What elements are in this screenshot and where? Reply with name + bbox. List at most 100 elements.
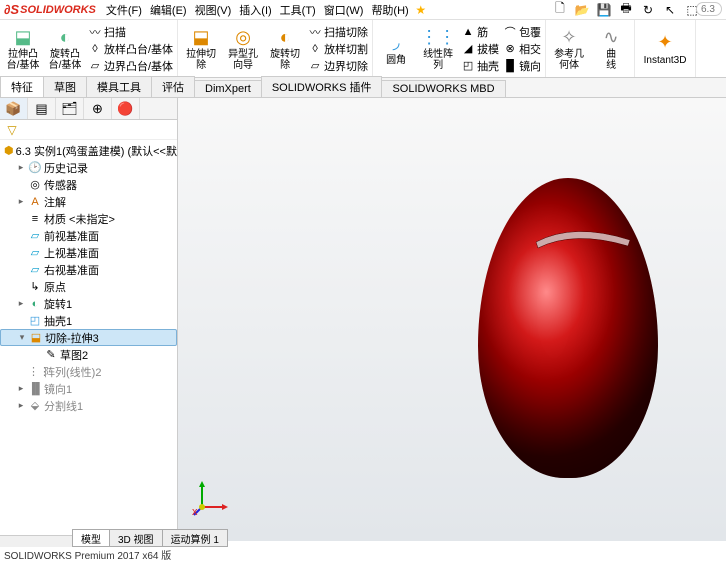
filter-icon[interactable]: ▽ bbox=[4, 122, 20, 138]
tree-revolve1[interactable]: ▸◐旋转1 bbox=[0, 295, 177, 312]
loft-icon: ◊ bbox=[88, 42, 102, 56]
command-tabs: 特征 草图 模具工具 评估 DimXpert SOLIDWORKS 插件 SOL… bbox=[0, 78, 726, 98]
wrap-button[interactable]: ⌒包覆 bbox=[501, 23, 543, 40]
tree-root[interactable]: ⬢6.3 实例1(鸡蛋盖建模) (默认<<默认>_显 bbox=[0, 142, 177, 159]
displaymanager-tab[interactable]: 🔴 bbox=[112, 98, 140, 119]
tab-evaluate[interactable]: 评估 bbox=[151, 76, 195, 97]
tab-dimxpert[interactable]: DimXpert bbox=[194, 80, 262, 97]
shell-icon: ◰ bbox=[461, 59, 475, 73]
cursor-icon[interactable]: ↖ bbox=[662, 2, 678, 18]
tab-mbd[interactable]: SOLIDWORKS MBD bbox=[381, 80, 505, 97]
wrap-icon: ⌒ bbox=[503, 25, 517, 39]
tree-sensors[interactable]: ◎传感器 bbox=[0, 176, 177, 193]
fillet-icon: ◞ bbox=[385, 32, 407, 54]
cut-loft-button[interactable]: ◊放样切割 bbox=[306, 40, 370, 57]
menu-help[interactable]: 帮助(H) bbox=[367, 2, 412, 18]
tree-lpattern2[interactable]: ⋮⋮阵列(线性)2 bbox=[0, 363, 177, 380]
open-icon[interactable]: 📂 bbox=[574, 2, 590, 18]
menu-insert[interactable]: 插入(I) bbox=[235, 2, 275, 18]
feature-manager-panel: 📦 ▤ 🗂 ⊕ 🔴 ▽ ⬢6.3 实例1(鸡蛋盖建模) (默认<<默认>_显 ▸… bbox=[0, 98, 178, 541]
svg-text:x: x bbox=[192, 506, 198, 517]
tree-material[interactable]: ≡材质 <未指定> bbox=[0, 210, 177, 227]
tree-annotations[interactable]: ▸A注解 bbox=[0, 193, 177, 210]
tree-cut-extrude3[interactable]: ▾⬓切除-拉伸3 bbox=[0, 329, 177, 346]
tree-history[interactable]: ▸🕑历史记录 bbox=[0, 159, 177, 176]
btab-3dview[interactable]: 3D 视图 bbox=[109, 529, 163, 547]
cut-sweep-icon: 〰 bbox=[308, 25, 322, 39]
tree-split1[interactable]: ▸⬙分割线1 bbox=[0, 397, 177, 414]
revolve-boss-icon: ◐ bbox=[54, 26, 76, 48]
menu-file[interactable]: 文件(F) bbox=[102, 2, 146, 18]
egg-cut-slot bbox=[534, 226, 634, 250]
tree-mirror1[interactable]: ▸▐▌镜向1 bbox=[0, 380, 177, 397]
btab-model[interactable]: 模型 bbox=[72, 529, 110, 547]
instant3d-icon: ✦ bbox=[654, 32, 676, 54]
ref-geometry-button[interactable]: ✧参考几 何体 bbox=[548, 22, 590, 76]
loft-button[interactable]: ◊放样凸台/基体 bbox=[86, 40, 175, 57]
bottom-tabs: 模型 3D 视图 运动算例 1 bbox=[72, 529, 227, 547]
rebuild-icon[interactable]: ↻ bbox=[640, 2, 656, 18]
tab-mold[interactable]: 模具工具 bbox=[86, 76, 152, 97]
hole-wizard-icon: ◎ bbox=[232, 26, 254, 48]
cut-extrude-button[interactable]: ⬓拉伸切 除 bbox=[180, 22, 222, 76]
mirror-button[interactable]: ▐▌镜向 bbox=[501, 57, 543, 74]
propertymanager-tab[interactable]: ▤ bbox=[28, 98, 56, 119]
cut-sweep-button[interactable]: 〰扫描切除 bbox=[306, 23, 370, 40]
main-area: 📦 ▤ 🗂 ⊕ 🔴 ▽ ⬢6.3 实例1(鸡蛋盖建模) (默认<<默认>_显 ▸… bbox=[0, 98, 726, 541]
menu-edit[interactable]: 编辑(E) bbox=[146, 2, 191, 18]
instant3d-button[interactable]: ✦Instant3D bbox=[637, 22, 693, 76]
shell-button[interactable]: ◰抽壳 bbox=[459, 57, 501, 74]
save-icon[interactable]: 💾 bbox=[596, 2, 612, 18]
tab-features[interactable]: 特征 bbox=[0, 76, 44, 97]
draft-button[interactable]: ◢拔模 bbox=[459, 40, 501, 57]
ref-geometry-icon: ✧ bbox=[558, 26, 580, 48]
extrude-boss-button[interactable]: ⬓拉伸凸 台/基体 bbox=[2, 22, 44, 76]
logo-icon: ∂S bbox=[4, 2, 19, 17]
draft-icon: ◢ bbox=[461, 42, 475, 56]
tree-front-plane[interactable]: ▱前视基准面 bbox=[0, 227, 177, 244]
help-icon[interactable]: ★ bbox=[413, 2, 429, 18]
tree-shell1[interactable]: ◰抽壳1 bbox=[0, 312, 177, 329]
tree-top-plane[interactable]: ▱上视基准面 bbox=[0, 244, 177, 261]
menu-view[interactable]: 视图(V) bbox=[191, 2, 236, 18]
linear-pattern-icon: ⋮⋮ bbox=[427, 26, 449, 48]
tree-sketch2[interactable]: ✎草图2 bbox=[0, 346, 177, 363]
ribbon: ⬓拉伸凸 台/基体 ◐旋转凸 台/基体 〰扫描 ◊放样凸台/基体 ▱边界凸台/基… bbox=[0, 20, 726, 78]
print-icon[interactable]: 🖶 bbox=[618, 2, 634, 18]
sweep-icon: 〰 bbox=[88, 25, 102, 39]
tree-origin[interactable]: ↳原点 bbox=[0, 278, 177, 295]
tab-sketch[interactable]: 草图 bbox=[43, 76, 87, 97]
curves-button[interactable]: ∿曲 线 bbox=[590, 22, 632, 76]
manager-tabs: 📦 ▤ 🗂 ⊕ 🔴 bbox=[0, 98, 177, 120]
cut-boundary-button[interactable]: ▱边界切除 bbox=[306, 57, 370, 74]
feature-tree[interactable]: ⬢6.3 实例1(鸡蛋盖建模) (默认<<默认>_显 ▸🕑历史记录 ◎传感器 ▸… bbox=[0, 140, 177, 541]
search-input[interactable] bbox=[696, 2, 722, 16]
cut-revolve-button[interactable]: ◐旋转切 除 bbox=[264, 22, 306, 76]
menu-window[interactable]: 窗口(W) bbox=[320, 2, 368, 18]
configmanager-tab[interactable]: 🗂 bbox=[56, 98, 84, 119]
boundary-button[interactable]: ▱边界凸台/基体 bbox=[86, 57, 175, 74]
cut-revolve-icon: ◐ bbox=[274, 26, 296, 48]
mirror-icon: ▐▌ bbox=[503, 59, 517, 73]
rib-icon: ▲ bbox=[461, 25, 475, 39]
triad-icon[interactable]: x bbox=[192, 477, 232, 517]
tab-addins[interactable]: SOLIDWORKS 插件 bbox=[261, 76, 383, 97]
egg-body bbox=[478, 178, 658, 478]
menu-tools[interactable]: 工具(T) bbox=[276, 2, 320, 18]
hole-wizard-button[interactable]: ◎异型孔 向导 bbox=[222, 22, 264, 76]
graphics-viewport[interactable]: x bbox=[178, 98, 726, 541]
dimxpert-tab[interactable]: ⊕ bbox=[84, 98, 112, 119]
filter-bar: ▽ bbox=[0, 120, 177, 140]
cut-boundary-icon: ▱ bbox=[308, 59, 322, 73]
tree-right-plane[interactable]: ▱右视基准面 bbox=[0, 261, 177, 278]
fillet-button[interactable]: ◞圆角 bbox=[375, 22, 417, 76]
btab-motion[interactable]: 运动算例 1 bbox=[162, 529, 228, 547]
revolve-boss-button[interactable]: ◐旋转凸 台/基体 bbox=[44, 22, 86, 76]
sweep-button[interactable]: 〰扫描 bbox=[86, 23, 175, 40]
new-doc-icon[interactable]: 🗋 bbox=[552, 2, 568, 18]
featuremanager-tab[interactable]: 📦 bbox=[0, 98, 28, 119]
app-name: SOLIDWORKS bbox=[20, 4, 96, 16]
rib-button[interactable]: ▲筋 bbox=[459, 23, 501, 40]
linear-pattern-button[interactable]: ⋮⋮线性阵 列 bbox=[417, 22, 459, 76]
intersect-button[interactable]: ⊗相交 bbox=[501, 40, 543, 57]
